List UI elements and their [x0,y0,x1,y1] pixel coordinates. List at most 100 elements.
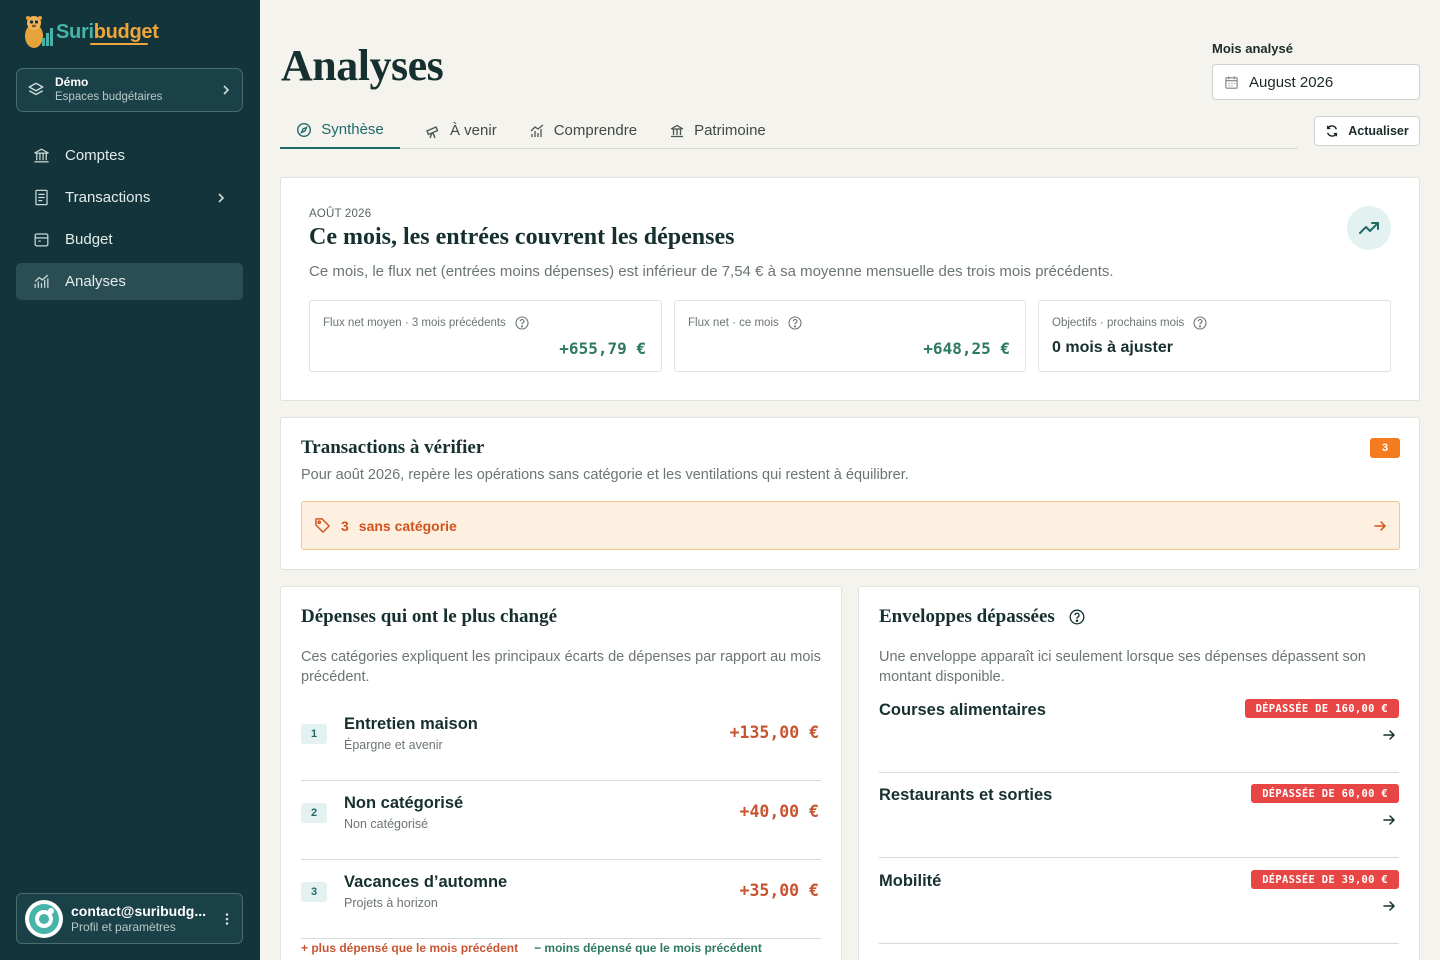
kpi-goals: Objectifs · prochains mois 0 mois à ajus… [1038,300,1391,372]
uncategorized-alert[interactable]: 3 sans catégorie [301,501,1400,550]
arrow-right-icon [1383,815,1396,825]
envelopes-description: Une enveloppe apparaît ici seulement lor… [879,649,1366,685]
top-changes-card: Dépenses qui ont le plus changé Ces caté… [280,586,842,960]
bank-icon [670,124,684,137]
summary-card: AOÛT 2026 Ce mois, les entrées couvrent … [280,177,1420,401]
app-name: Suribudget [56,20,159,43]
change-row[interactable]: 2 Non catégorisé Non catégorisé +40,00 € [301,780,821,860]
exceeded-badge: DÉPASSÉE DE 160,00 € [1244,699,1399,718]
category-name: Vacances d’automne [344,873,508,891]
category-group: Épargne et avenir [344,738,443,752]
sidebar-item-analyses[interactable]: Analyses [16,263,243,300]
tab-synthese[interactable]: Synthèse [280,112,400,149]
envelope-row[interactable]: Restaurants et sorties DÉPASSÉE DE 60,00… [879,772,1399,858]
sidebar-item-comptes[interactable]: Comptes [16,137,243,174]
layers-icon [28,82,44,96]
arrow-right-icon [1374,520,1387,531]
meerkat-logo-icon [20,14,54,50]
envelope-name: Restaurants et sorties [879,786,1053,804]
exceeded-badge: DÉPASSÉE DE 60,00 € [1251,784,1399,803]
envelopes-title-text: Enveloppes dépassées [879,606,1055,627]
compass-icon [297,122,312,137]
alert-count: 3 [341,517,349,534]
sidebar-item-label: Budget [65,231,113,248]
month-picker[interactable]: August 2026 [1212,64,1420,100]
envelope-row[interactable]: Courses alimentaires DÉPASSÉE DE 160,00 … [879,687,1399,773]
logo-underline [90,43,148,45]
change-amount: +40,00 € [739,802,819,821]
profile-menu[interactable]: contact@suribudg... Profil et paramètres [16,893,243,944]
space-subtitle: Espaces budgétaires [55,91,163,104]
summary-eyebrow: AOÛT 2026 [309,208,372,220]
space-switcher[interactable]: Démo Espaces budgétaires [16,68,243,112]
kpi-avg-net-flow: Flux net moyen · 3 mois précédents +655,… [309,300,662,372]
tag-icon [315,518,330,533]
envelopes-title: Enveloppes dépassées [879,606,1085,628]
envelope-row[interactable]: Mobilité DÉPASSÉE DE 39,00 € [879,858,1399,944]
exceeded-envelopes-card: Enveloppes dépassées Une enveloppe appar… [858,586,1420,960]
calendar-icon [1225,75,1238,89]
space-name: Démo [55,75,89,90]
refresh-button[interactable]: Actualiser [1314,116,1420,146]
kpi-net-flow-month: Flux net · ce mois +648,25 € [674,300,1026,372]
avatar [25,899,63,938]
kpi-label-text: Flux net moyen · 3 mois précédents [323,317,506,329]
changes-legend: + plus dépensé que le mois précédent − m… [301,941,762,955]
month-label: Mois analysé [1212,41,1293,56]
change-amount: +35,00 € [739,881,819,900]
trending-up-icon [1359,222,1379,234]
change-row[interactable]: 1 Entretien maison Épargne et avenir +13… [301,701,821,781]
category-name: Non catégorisé [344,794,464,812]
sidebar-item-budget[interactable]: Budget [16,221,243,258]
more-vertical-icon[interactable] [220,912,234,926]
main-content: Analyses Mois analysé August 2026 Synthè… [260,0,1440,960]
envelope-name: Courses alimentaires [879,701,1046,719]
profile-email: contact@suribudg... [71,902,206,919]
sidebar-item-transactions[interactable]: Transactions [16,179,243,216]
bank-icon [34,148,49,163]
tab-comprendre[interactable]: Comprendre [513,112,653,149]
review-card: Transactions à vérifier 3 Pour août 2026… [280,417,1420,570]
kpi-value: +655,79 € [559,339,646,358]
tab-label: Patrimoine [694,122,766,139]
category-group: Non catégorisé [344,817,429,831]
change-row[interactable]: 3 Vacances d’automne Projets à horizon +… [301,859,821,939]
tab-a-venir[interactable]: À venir [409,112,513,149]
page-title: Analyses [281,41,444,90]
profile-subtitle: Profil et paramètres [71,919,176,934]
change-amount: +135,00 € [729,723,819,742]
arrow-right-icon [1383,901,1396,911]
exceeded-badge: DÉPASSÉE DE 39,00 € [1251,870,1399,889]
refresh-label: Actualiser [1348,124,1409,138]
help-icon[interactable] [1193,316,1207,330]
kpi-value: 0 mois à ajuster [1052,339,1173,356]
receipt-icon [35,189,48,206]
help-icon[interactable] [788,316,802,330]
kpi-label: Flux net moyen · 3 mois précédents [323,316,529,330]
month-value: August 2026 [1249,73,1334,91]
chevron-right-icon [223,85,230,95]
telescope-icon [426,125,439,138]
help-icon[interactable] [515,316,529,330]
chart-icon [530,123,544,137]
legend-up: + plus dépensé que le mois précédent [301,941,519,955]
tab-label: Comprendre [553,122,638,139]
wallet-icon [34,233,49,247]
changes-title: Dépenses qui ont le plus changé [301,606,557,628]
tab-label: À venir [450,122,497,139]
help-icon[interactable] [1069,609,1085,625]
kpi-label-text: Objectifs · prochains mois [1052,317,1185,329]
analysis-tabs: Synthèse À venir Comprendre Patrimoine [280,112,1298,149]
rank-number: 2 [301,803,327,823]
chevron-right-icon [218,192,225,203]
summary-headline: Ce mois, les entrées couvrent les dépens… [309,224,735,250]
review-count-badge: 3 [1370,438,1400,458]
refresh-icon [1327,125,1338,137]
tab-patrimoine[interactable]: Patrimoine [653,112,782,149]
legend-down: − moins dépensé que le mois précédent [534,941,762,955]
sidebar: Suribudget Démo Espaces budgétaires Comp… [0,0,260,960]
tab-label: Synthèse [321,121,384,138]
kpi-label: Flux net · ce mois [688,316,802,330]
sidebar-item-label: Analyses [65,273,126,290]
changes-title-text: Dépenses qui ont le plus changé [301,606,558,627]
